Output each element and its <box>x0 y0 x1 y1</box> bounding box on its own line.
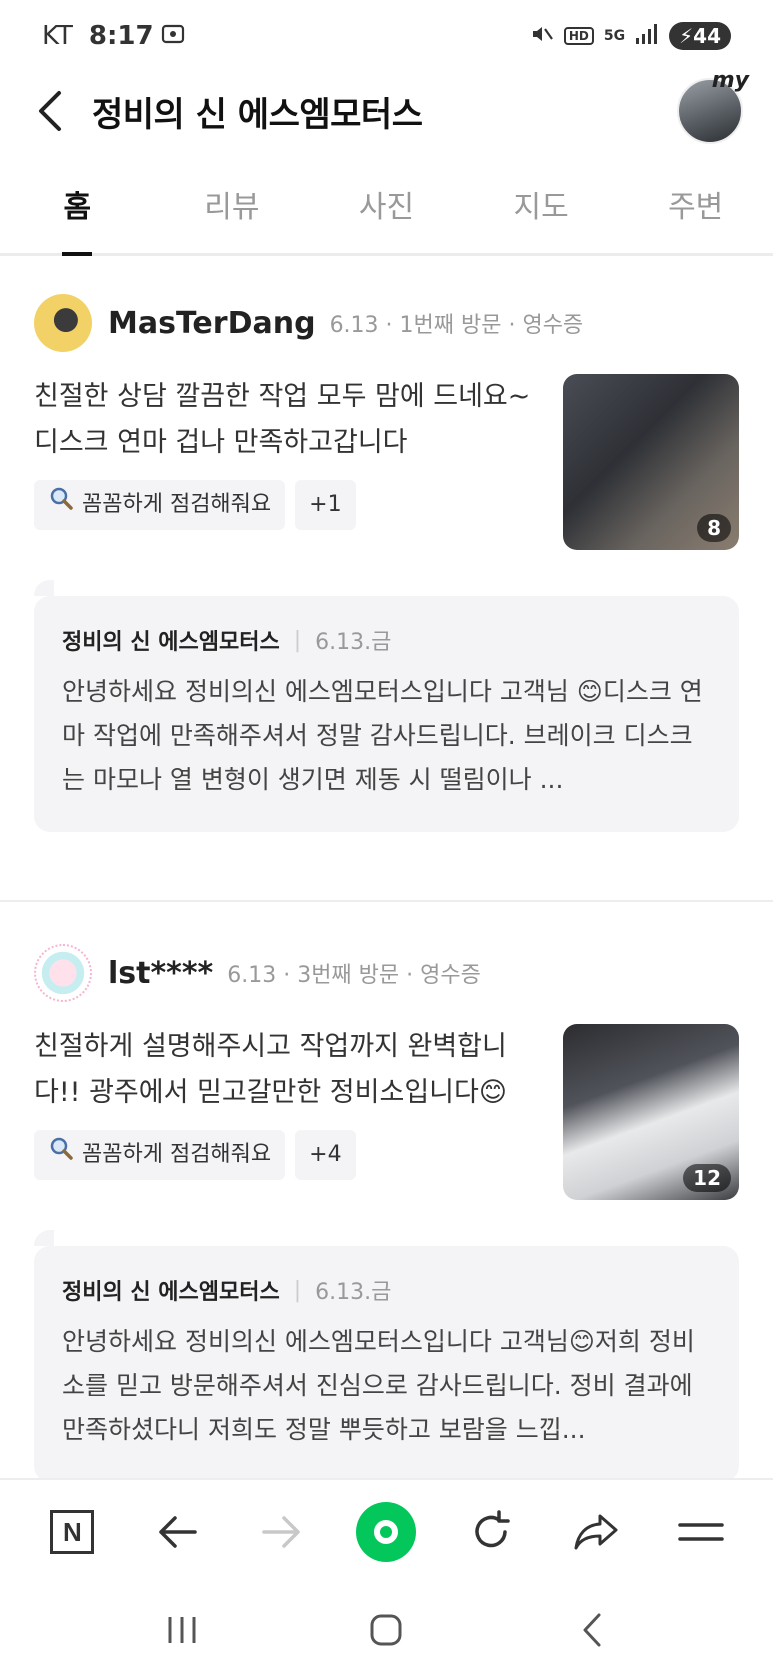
recent-apps-icon <box>168 1616 196 1643</box>
user-name[interactable]: lst**** <box>108 956 213 991</box>
share-arrow-icon <box>574 1514 618 1550</box>
tab-bar: 홈 리뷰 사진 지도 주변 <box>0 170 773 256</box>
user-avatar[interactable] <box>34 944 92 1002</box>
share-button[interactable] <box>561 1497 631 1567</box>
review-content: 친절하게 설명해주시고 작업까지 완벽합니다!! 광주에서 믿고갈만한 정비소입… <box>0 1024 773 1200</box>
tab-photos[interactable]: 사진 <box>309 170 464 253</box>
reply-text: 안녕하세요 정비의신 에스엠모터스입니다 고객님😊저희 정비소를 믿고 방문해주… <box>62 1327 695 1444</box>
user-name[interactable]: MasTerDang <box>108 306 316 341</box>
reply-separator: | <box>293 1277 302 1303</box>
header: 정비의 신 에스엠모터스 my <box>0 68 773 150</box>
review-user-row: MasTerDang 6.13 · 1번째 방문 · 영수증 <box>0 290 773 356</box>
review-content: 친절한 상담 깔끔한 작업 모두 맘에 드네요~ 디스크 연마 겁나 만족하고갑… <box>0 374 773 550</box>
back-chevron-icon <box>583 1613 601 1646</box>
status-left: KT 8:17 <box>42 21 186 52</box>
reply-owner-name: 정비의 신 에스엠모터스 <box>62 630 280 655</box>
photo-count-badge: 12 <box>683 1164 731 1192</box>
tab-home[interactable]: 홈 <box>0 170 155 253</box>
signal-icon <box>635 23 659 50</box>
review-user-row: lst**** 6.13 · 3번째 방문 · 영수증 <box>0 940 773 1006</box>
green-dot-button[interactable] <box>351 1497 421 1567</box>
reply-separator: | <box>293 627 302 653</box>
keyword-label: 꼼꼼하게 점검해줘요 <box>82 492 272 517</box>
reply-date: 6.13.금 <box>315 1280 392 1305</box>
mute-icon <box>530 22 554 51</box>
page-title: 정비의 신 에스엠모터스 <box>92 94 423 135</box>
status-right: HD 5G ⚡44 <box>530 22 731 51</box>
tab-reviews[interactable]: 리뷰 <box>155 170 310 253</box>
recent-apps-button[interactable] <box>147 1595 217 1665</box>
menu-button[interactable] <box>666 1497 736 1567</box>
review-text[interactable]: 친절하게 설명해주시고 작업까지 완벽합니다!! 광주에서 믿고갈만한 정비소입… <box>34 1024 533 1116</box>
magnifier-icon <box>48 1130 74 1180</box>
hd-icon: HD <box>563 27 594 45</box>
naver-home-button[interactable]: N <box>37 1497 107 1567</box>
review-divider <box>0 900 773 902</box>
owner-reply[interactable]: 정비의 신 에스엠모터스 | 6.13.금 안녕하세요 정비의신 에스엠모터스입… <box>34 580 739 832</box>
system-home-button[interactable] <box>351 1595 421 1665</box>
battery-level: 44 <box>693 24 721 48</box>
clock: 8:17 <box>88 21 154 51</box>
review-photo[interactable]: 8 <box>563 374 739 550</box>
green-dot-icon <box>356 1502 417 1562</box>
magnifier-icon <box>48 480 74 530</box>
owner-reply[interactable]: 정비의 신 에스엠모터스 | 6.13.금 안녕하세요 정비의신 에스엠모터스입… <box>34 1230 739 1482</box>
review-text-column: 친절한 상담 깔끔한 작업 모두 맘에 드네요~ 디스크 연마 겁나 만족하고갑… <box>34 374 563 550</box>
user-avatar[interactable] <box>34 294 92 352</box>
home-square-icon <box>370 1614 402 1645</box>
refresh-icon <box>475 1510 510 1548</box>
network-type-icon: 5G <box>603 28 626 44</box>
reply-owner-name: 정비의 신 에스엠모터스 <box>62 1280 280 1305</box>
reply-text: 안녕하세요 정비의신 에스엠모터스입니다 고객님 😊디스크 연마 작업에 만족해… <box>62 677 703 794</box>
more-keywords-chip[interactable]: +1 <box>295 480 356 530</box>
battery-indicator: ⚡44 <box>669 22 731 50</box>
browser-forward-button[interactable] <box>247 1497 317 1567</box>
back-button[interactable] <box>30 87 70 135</box>
screenshot-icon <box>160 21 186 52</box>
system-back-button[interactable] <box>556 1595 626 1665</box>
carrier-label: KT <box>42 21 73 51</box>
tab-nearby[interactable]: 주변 <box>618 170 773 253</box>
review-meta: 6.13 · 3번째 방문 · 영수증 <box>227 963 481 988</box>
photo-count-badge: 8 <box>697 514 731 542</box>
hamburger-menu-icon <box>677 1523 724 1541</box>
my-badge: my <box>711 68 749 93</box>
refresh-button[interactable] <box>456 1497 526 1567</box>
review-text-column: 친절하게 설명해주시고 작업까지 완벽합니다!! 광주에서 믿고갈만한 정비소입… <box>34 1024 563 1200</box>
system-navigation-bar <box>0 1584 773 1675</box>
keyword-chip[interactable]: 꼼꼼하게 점검해줘요 <box>34 1130 286 1180</box>
chevron-left-icon <box>39 91 61 131</box>
naver-logo-icon: N <box>50 1510 95 1554</box>
review-text[interactable]: 친절한 상담 깔끔한 작업 모두 맘에 드네요~ 디스크 연마 겁나 만족하고갑… <box>34 374 533 466</box>
keyword-label: 꼼꼼하게 점검해줘요 <box>82 1142 272 1167</box>
keyword-chip[interactable]: 꼼꼼하게 점검해줘요 <box>34 480 286 530</box>
status-bar: KT 8:17 HD 5G ⚡44 <box>0 0 773 72</box>
browser-back-button[interactable] <box>142 1497 212 1567</box>
reply-header: 정비의 신 에스엠모터스 | 6.13.금 <box>62 1274 711 1306</box>
review-photo[interactable]: 12 <box>563 1024 739 1200</box>
keyword-list: 꼼꼼하게 점검해줘요 +4 <box>34 1130 533 1180</box>
more-keywords-chip[interactable]: +4 <box>295 1130 356 1180</box>
review-meta: 6.13 · 1번째 방문 · 영수증 <box>329 313 584 338</box>
reply-header: 정비의 신 에스엠모터스 | 6.13.금 <box>62 624 711 656</box>
reply-date: 6.13.금 <box>315 630 392 655</box>
review-item: lst**** 6.13 · 3번째 방문 · 영수증 친절하게 설명해주시고 … <box>0 940 773 1482</box>
review-item: MasTerDang 6.13 · 1번째 방문 · 영수증 친절한 상담 깔끔… <box>0 290 773 832</box>
tab-map[interactable]: 지도 <box>464 170 619 253</box>
browser-toolbar: N <box>0 1478 773 1584</box>
arrow-left-icon <box>159 1516 197 1548</box>
keyword-list: 꼼꼼하게 점검해줘요 +1 <box>34 480 533 530</box>
arrow-right-icon <box>262 1516 300 1548</box>
